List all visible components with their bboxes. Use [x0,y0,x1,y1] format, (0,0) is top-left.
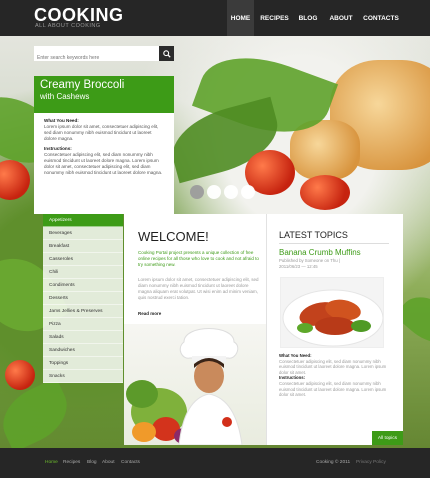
footer-nav-contacts[interactable]: Contacts [121,460,140,465]
column-divider [266,214,267,445]
search-button[interactable] [159,46,174,61]
slider-pagination [190,185,255,199]
slider-dot[interactable] [190,185,204,199]
featured-recipe-card: Creamy Broccoli with Cashews What You Ne… [34,76,174,214]
sidebar-item-pizza[interactable]: Pizza [43,318,123,331]
latest-post-meta: Published by Someone on Thu | 2011/06/23… [279,258,340,269]
welcome-intro: Cooking Portal project presents a unique… [138,250,259,267]
latest-post-title[interactable]: Banana Crumb Muffins [279,248,361,257]
main-content-panel: WELCOME! Cooking Portal project presents… [124,214,403,445]
sidebar-item-sandwiches[interactable]: Sandwiches [43,344,123,357]
footer-nav-home[interactable]: Home [45,460,58,465]
slider-dot[interactable] [224,185,238,199]
category-sidebar: Appetizers Beverages Breakfast Casseroles Ch… [43,214,123,444]
sidebar-item-desserts[interactable]: Desserts [43,292,123,305]
footer-nav-recipes[interactable]: Recipes [63,460,80,465]
nav-blog[interactable]: BLOG [296,0,320,36]
nav-home[interactable]: HOME [227,0,254,36]
search-icon [162,49,171,58]
chef-photo [124,324,266,445]
instructions-text: Consectetuer adipiscing elit, sed diam n… [44,152,163,175]
sidebar-item-appetizers[interactable]: Appetizers [43,214,123,227]
featured-recipe-body: What You Need: Lorem ipsum dolor sit ame… [34,113,174,185]
search-input[interactable] [34,50,158,66]
site-footer: Home Recipes Blog About Contacts Cooking… [0,448,430,478]
latest-post-image[interactable] [280,277,384,348]
sidebar-item-salads[interactable]: Salads [43,331,123,344]
latest-topics-heading: LATEST TOPICS [279,230,348,240]
sidebar-item-beverages[interactable]: Beverages [43,227,123,240]
privacy-policy-link[interactable]: Privacy Policy [356,460,386,465]
featured-recipe-header: Creamy Broccoli with Cashews [34,76,174,113]
sidebar-item-breakfast[interactable]: Breakfast [43,240,123,253]
sidebar-item-jams-jellies-preserves[interactable]: Jams Jellies & Preserves [43,305,123,318]
nav-recipes[interactable]: RECIPES [258,0,291,36]
sidebar-item-casseroles[interactable]: Casseroles [43,253,123,266]
site-tagline: ALL ABOUT COOKING [35,23,101,29]
post-author: Published by Someone on Thu | [279,258,340,263]
top-header: COOKING ALL ABOUT COOKING HOME RECIPES B… [0,0,430,36]
search-box [34,46,174,66]
latest-post-body: What You Need: Consectetuer adipiscing e… [279,353,391,398]
sidebar-item-condiments[interactable]: Condiments [43,279,123,292]
sidebar-item-snacks[interactable]: Snacks [43,370,123,383]
chef-illustration [126,328,243,445]
post-needs-text: Consectetuer adipiscing elit, sed diam n… [279,358,387,375]
slider-dot[interactable] [207,185,221,199]
sidebar-item-toppings[interactable]: Toppings [43,357,123,370]
footer-nav-blog[interactable]: Blog [87,460,97,465]
all-topics-button[interactable]: All topics [372,431,403,445]
food-plate-illustration [282,289,383,347]
welcome-heading: WELCOME! [138,229,209,244]
post-instructions-text: Consectetuer adipiscing elit, sed diam n… [279,380,387,398]
read-more-link[interactable]: Read more [138,311,161,316]
footer-nav-about[interactable]: About [102,460,115,465]
footer-copyright: Cooking © 2011 [316,460,351,465]
featured-recipe-title[interactable]: Creamy Broccoli [40,79,168,92]
nav-contacts[interactable]: CONTACTS [362,0,400,36]
featured-recipe-subtitle: with Cashews [40,92,90,101]
nav-about[interactable]: ABOUT [326,0,356,36]
needs-text: Lorem ipsum dolor sit amet, consectetuer… [44,124,159,141]
sidebar-item-chili[interactable]: Chili [43,266,123,279]
heading-divider [279,243,389,244]
slider-dot[interactable] [241,185,255,199]
post-date: 2011/06/23 — 12:45 [279,263,318,269]
welcome-text: Lorem ipsum dolor sit amet, consectetuer… [138,277,259,300]
